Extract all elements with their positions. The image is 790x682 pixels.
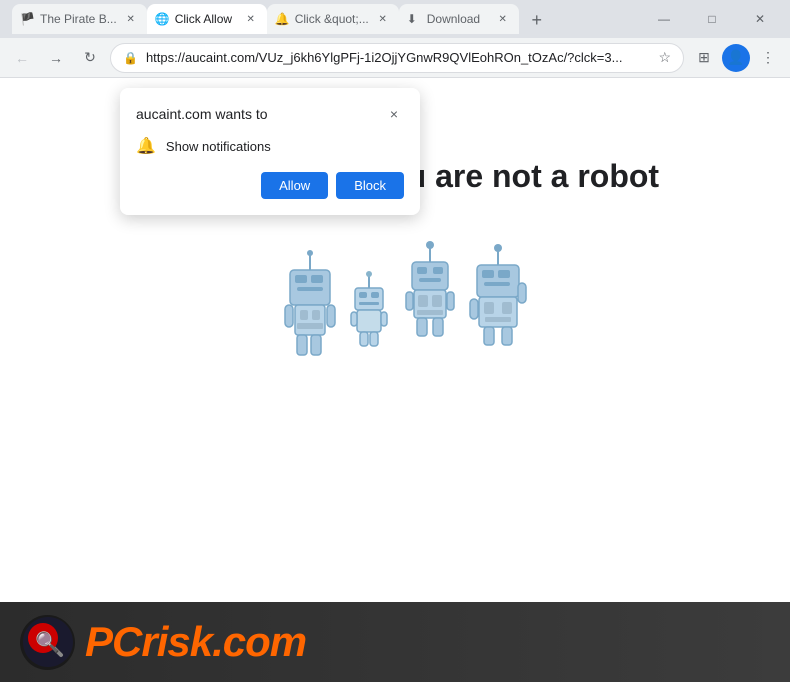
block-button[interactable]: Block [336,172,404,199]
tab-title-3: Click &quot;... [295,12,369,26]
refresh-button[interactable]: ↻ [76,44,104,72]
tab-close-4[interactable]: ✕ [495,11,511,27]
pcrisk-logo-svg [23,617,73,667]
pcrisk-brand-text: PCrisk.com [85,618,306,666]
bookmark-icon[interactable]: ☆ [658,49,671,66]
title-bar-controls: — □ ✕ [642,4,782,34]
nav-right-controls: ⊞ 👤 ⋮ [690,44,782,72]
tab-title-1: The Pirate B... [40,12,117,26]
popup-notification-row: 🔔 Show notifications [136,136,404,156]
notification-popup: aucaint.com wants to × 🔔 Show notificati… [120,88,420,215]
allow-button[interactable]: Allow [261,172,328,199]
tab-title-4: Download [427,12,489,26]
popup-header: aucaint.com wants to × [136,104,404,124]
minimize-button[interactable]: — [642,4,686,34]
tab-favicon-3: 🔔 [275,12,289,26]
tab-close-3[interactable]: ✕ [375,11,391,27]
page-content: aucaint.com wants to × 🔔 Show notificati… [0,78,790,682]
pcrisk-brand-prefix: PC [85,618,141,665]
notification-label: Show notifications [166,139,271,154]
tab-favicon-4: ⬇ [407,12,421,26]
pcrisk-brand-suffix: risk.com [141,618,306,665]
tab-click-quote[interactable]: 🔔 Click &quot;... ✕ [267,4,399,34]
tab-download[interactable]: ⬇ Download ✕ [399,4,519,34]
pcrisk-logo-icon [20,615,75,670]
menu-button[interactable]: ⋮ [754,44,782,72]
close-button[interactable]: ✕ [738,4,782,34]
popup-title: aucaint.com wants to [136,106,268,122]
robot-illustration [0,225,790,385]
tab-favicon-1: 🏴 [20,12,34,26]
lock-icon: 🔒 [123,51,138,65]
title-bar: 🏴 The Pirate B... ✕ 🌐 Click Allow ✕ 🔔 Cl… [0,0,790,38]
new-tab-button[interactable]: + [523,6,551,34]
tabs-bar: 🏴 The Pirate B... ✕ 🌐 Click Allow ✕ 🔔 Cl… [8,4,638,34]
address-bar[interactable]: 🔒 https://aucaint.com/VUz_j6kh6YlgPFj-1i… [110,43,684,73]
forward-button[interactable]: → [42,44,70,72]
popup-close-button[interactable]: × [384,104,404,124]
sidebar-button[interactable]: ⊞ [690,44,718,72]
maximize-button[interactable]: □ [690,4,734,34]
navigation-bar: ← → ↻ 🔒 https://aucaint.com/VUz_j6kh6Ylg… [0,38,790,78]
back-button[interactable]: ← [8,44,36,72]
tab-favicon-2: 🌐 [155,12,169,26]
tab-click-allow[interactable]: 🌐 Click Allow ✕ [147,4,267,34]
robots-svg [245,225,545,385]
profile-button[interactable]: 👤 [722,44,750,72]
tab-title-2: Click Allow [175,12,237,26]
popup-buttons: Allow Block [136,172,404,199]
bell-icon: 🔔 [136,136,156,156]
address-text: https://aucaint.com/VUz_j6kh6YlgPFj-1i2O… [146,50,650,65]
pcrisk-footer: PCrisk.com [0,602,790,682]
tab-close-2[interactable]: ✕ [243,11,259,27]
browser-window: 🏴 The Pirate B... ✕ 🌐 Click Allow ✕ 🔔 Cl… [0,0,790,682]
tab-pirate-bay[interactable]: 🏴 The Pirate B... ✕ [12,4,147,34]
tab-close-1[interactable]: ✕ [123,11,139,27]
